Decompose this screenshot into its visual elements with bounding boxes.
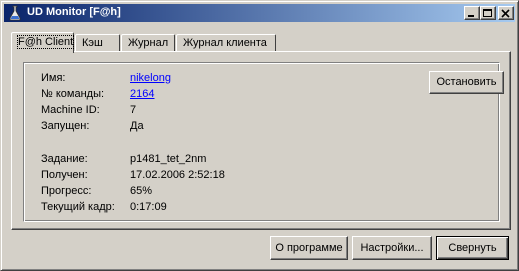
tab-strip: F@h Client Кэш Журнал Журнал клиента [11,32,511,53]
name-label: Имя: [41,72,66,84]
team-link[interactable]: 2164 [130,88,154,100]
progress-label: Прогресс: [41,185,92,197]
running-label: Запущен: [41,120,90,132]
tab-client-log[interactable]: Журнал клиента [176,34,276,52]
collapse-button[interactable]: Свернуть [436,236,509,260]
tab-fah-client-label: F@h Client [16,35,75,49]
task-value: p1481_tet_2nm [130,153,207,165]
app-flask-icon[interactable] [7,5,23,21]
running-value: Да [130,120,144,132]
machine-id-value: 7 [130,104,137,116]
minimize-icon [468,15,474,17]
close-button[interactable] [498,6,514,20]
maximize-icon [483,9,492,17]
tab-log-label: Журнал [128,37,169,49]
settings-button-label: Настройки... [360,242,424,254]
collapse-button-label: Свернуть [448,242,497,254]
tab-fah-client[interactable]: F@h Client [11,32,75,53]
tab-cache[interactable]: Кэш [75,34,120,52]
maximize-button[interactable] [480,6,496,20]
app-window: UD Monitor [F@h] F@h Client Кэш Журнал Ж… [0,0,519,271]
tab-log[interactable]: Журнал [121,34,175,52]
window-title: UD Monitor [F@h] [27,6,121,18]
received-value: 17.02.2006 2:52:18 [130,169,225,181]
about-button[interactable]: О программе [270,236,348,260]
close-icon [501,9,510,18]
current-frame-label: Текущий кадр: [41,201,115,213]
received-label: Получен: [41,169,88,181]
tab-cache-label: Кэш [82,37,103,49]
stop-button[interactable]: Остановить [429,71,504,94]
team-label: № команды: [41,88,105,100]
tab-client-log-label: Журнал клиента [183,37,267,49]
name-link[interactable]: nikelong [130,72,171,84]
machine-id-label: Machine ID: [41,104,100,116]
stop-button-label: Остановить [436,76,497,88]
title-bar[interactable]: UD Monitor [F@h] [4,4,515,22]
progress-value: 65% [130,185,153,197]
client-info-group: Имя: nikelong № команды: 2164 Machine ID… [23,62,504,222]
tab-panel: Имя: nikelong № команды: 2164 Machine ID… [11,51,511,230]
about-button-label: О программе [275,242,343,254]
settings-button[interactable]: Настройки... [352,236,432,260]
minimize-button[interactable] [464,6,480,20]
task-label: Задание: [41,153,88,165]
current-frame-value: 0:17:09 [130,201,167,213]
